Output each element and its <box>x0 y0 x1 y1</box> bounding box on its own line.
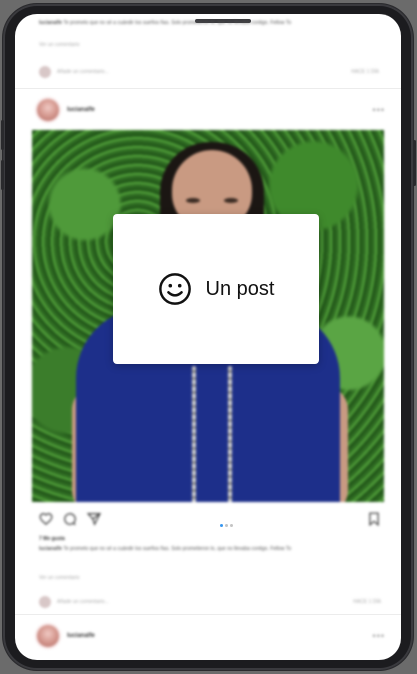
next-post-header: lucianalfe ••• <box>37 624 385 648</box>
add-comment-row: Añade un comentario... HACE 1 DÍA <box>39 596 381 608</box>
share-icon[interactable] <box>87 512 101 526</box>
power-button <box>413 140 416 186</box>
volume-button <box>1 120 4 150</box>
more-dots-icon[interactable]: ••• <box>373 105 385 115</box>
necklace <box>192 366 196 502</box>
avatar[interactable] <box>37 99 59 121</box>
necklace <box>228 366 232 502</box>
smiley-face-icon <box>158 273 191 305</box>
add-comment-input[interactable]: Añade un comentario... <box>57 69 109 76</box>
previous-post-caption: lucianalfe Te prometo que no sé a cuándi… <box>39 20 379 27</box>
carousel-dot <box>225 524 228 527</box>
caption-text: Te prometo que no sé a cuándir los sueño… <box>63 20 292 26</box>
post-header: lucianalfe ••• <box>37 98 385 122</box>
caption-username[interactable]: lucianalfe <box>39 546 62 552</box>
likes-count[interactable]: 7 Me gusta <box>39 536 65 542</box>
overlay-label: Un post <box>205 277 275 300</box>
carousel-indicator <box>220 524 233 527</box>
carousel-dot <box>220 524 223 527</box>
timestamp: HACE 1 DÍA <box>351 68 379 75</box>
avatar <box>39 596 51 608</box>
avatar <box>39 66 51 78</box>
bookmark-icon[interactable] <box>367 512 381 526</box>
caption-username[interactable]: lucianalfe <box>39 20 62 26</box>
comment-icon[interactable] <box>63 512 77 526</box>
post-action-bar <box>39 511 381 527</box>
add-comment-input[interactable]: Añade un comentario... <box>57 599 109 606</box>
add-comment-row: Añade un comentario... HACE 1 DÍA <box>39 66 379 78</box>
heart-icon[interactable] <box>39 512 53 526</box>
post-username[interactable]: lucianalfe <box>67 107 95 113</box>
caption-text: Te prometo que no sé a cuándir los sueño… <box>63 546 292 552</box>
volume-button <box>1 160 4 190</box>
more-dots-icon[interactable]: ••• <box>373 631 385 641</box>
divider <box>15 614 401 615</box>
eye <box>224 198 238 203</box>
view-comments-link[interactable]: Ver un comentario <box>39 42 80 49</box>
divider <box>15 88 401 89</box>
carousel-dot <box>230 524 233 527</box>
post-caption: lucianalfe Te prometo que no sé a cuándi… <box>39 546 381 553</box>
overlay-card: Un post <box>113 214 319 364</box>
post-username[interactable]: lucianalfe <box>67 633 95 639</box>
timestamp: HACE 1 DÍA <box>353 598 381 605</box>
avatar[interactable] <box>37 625 59 647</box>
eye <box>186 198 200 203</box>
view-comments-link[interactable]: Ver un comentario <box>39 575 80 582</box>
